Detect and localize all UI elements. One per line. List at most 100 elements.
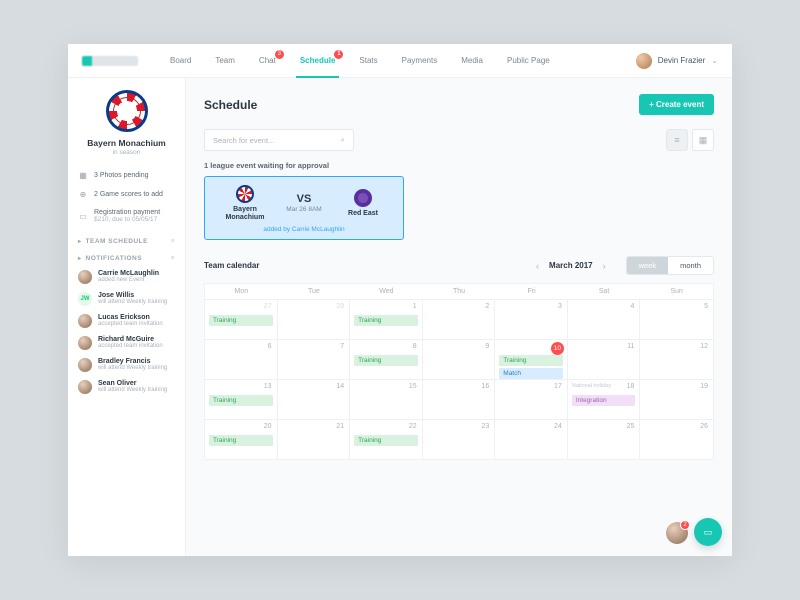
view-list-button[interactable]: ≡ bbox=[666, 129, 688, 151]
pending-match-card[interactable]: Bayern Monachium VS Mar 26 8AM Red East … bbox=[204, 176, 404, 240]
app-logo bbox=[82, 56, 138, 66]
nav-media[interactable]: Media bbox=[449, 44, 495, 78]
calendar-cell[interactable]: 15 bbox=[350, 379, 423, 419]
sidebar-section-header[interactable]: ▸NOTIFICATIONS≡ bbox=[78, 255, 175, 262]
notification-item[interactable]: Richard McGuire accepted team invitation bbox=[78, 332, 175, 354]
calendar-cell[interactable]: 25 bbox=[568, 419, 641, 459]
notification-item[interactable]: JW Jose Willis will attend Weekly traini… bbox=[78, 288, 175, 310]
calendar-cell[interactable]: 9 bbox=[423, 339, 496, 379]
next-month-button[interactable]: › bbox=[603, 261, 606, 271]
day-number: 28 bbox=[336, 303, 344, 310]
day-header: Mon bbox=[205, 284, 278, 299]
notif-avatar bbox=[78, 380, 92, 394]
view-month-toggle[interactable]: month bbox=[668, 257, 713, 274]
calendar-cell[interactable]: 5 bbox=[640, 299, 713, 339]
notification-item[interactable]: Lucas Erickson accepted team invitation bbox=[78, 310, 175, 332]
nav-public-page[interactable]: Public Page bbox=[495, 44, 562, 78]
notif-avatar: JW bbox=[78, 292, 92, 306]
nav-payments[interactable]: Payments bbox=[390, 44, 450, 78]
prev-month-button[interactable]: ‹ bbox=[536, 261, 539, 271]
calendar-cell[interactable]: 19 bbox=[640, 379, 713, 419]
day-number: 24 bbox=[554, 423, 562, 430]
view-grid-button[interactable]: ▦ bbox=[692, 129, 714, 151]
nav-schedule[interactable]: Schedule1 bbox=[288, 44, 348, 78]
day-number: 1 bbox=[413, 303, 417, 310]
team-a-name: Bayern Monachium bbox=[215, 206, 275, 221]
nav-chat[interactable]: Chat3 bbox=[247, 44, 288, 78]
calendar-cell[interactable]: 24 bbox=[495, 419, 568, 459]
day-header: Sat bbox=[568, 284, 641, 299]
calendar-cell[interactable]: 13 Training bbox=[205, 379, 278, 419]
calendar-cell[interactable]: 3 bbox=[495, 299, 568, 339]
calendar-cell[interactable]: 27Training bbox=[205, 299, 278, 339]
stat-icon: ▦ bbox=[78, 171, 88, 180]
search-input[interactable]: Search for event... ⌕ bbox=[204, 129, 354, 151]
calendar-event[interactable]: Match bbox=[499, 368, 563, 379]
day-header: Sun bbox=[640, 284, 713, 299]
search-placeholder: Search for event... bbox=[213, 136, 274, 145]
day-number: 19 bbox=[700, 383, 708, 390]
sidebar-stat[interactable]: ▭ Registration payment$210, due to 05/05… bbox=[78, 204, 175, 228]
calendar-cell[interactable]: 1 Training bbox=[350, 299, 423, 339]
notification-item[interactable]: Sean Oliver will attend Weekly training bbox=[78, 376, 175, 398]
calendar-event[interactable]: Integration bbox=[572, 395, 636, 406]
stat-icon: ▭ bbox=[78, 212, 88, 221]
calendar-cell[interactable]: 21 bbox=[278, 419, 351, 459]
calendar-event[interactable]: Training bbox=[209, 435, 273, 446]
calendar-cell[interactable]: 12 bbox=[640, 339, 713, 379]
view-week-toggle[interactable]: week bbox=[627, 257, 669, 274]
calendar-cell[interactable]: 2 bbox=[423, 299, 496, 339]
calendar-cell[interactable]: 6 bbox=[205, 339, 278, 379]
notification-item[interactable]: Bradley Francis will attend Weekly train… bbox=[78, 354, 175, 376]
calendar-cell[interactable]: 11 bbox=[568, 339, 641, 379]
calendar-cell[interactable]: 14 bbox=[278, 379, 351, 419]
calendar-cell[interactable]: 7 bbox=[278, 339, 351, 379]
team-b-logo bbox=[354, 189, 372, 207]
day-number: 25 bbox=[627, 423, 635, 430]
calendar-cell[interactable]: National holiday18Integration bbox=[568, 379, 641, 419]
create-event-button[interactable]: + Create event bbox=[639, 94, 714, 115]
match-date: Mar 26 8AM bbox=[286, 206, 321, 213]
nav-team[interactable]: Team bbox=[203, 44, 247, 78]
calendar-cell[interactable]: 17 bbox=[495, 379, 568, 419]
day-header: Fri bbox=[495, 284, 568, 299]
chevron-down-icon[interactable]: ⌄ bbox=[711, 56, 718, 65]
team-b-name: Red East bbox=[333, 210, 393, 218]
calendar-cell[interactable]: 4 bbox=[568, 299, 641, 339]
day-number: 14 bbox=[336, 383, 344, 390]
club-logo bbox=[106, 90, 148, 132]
calendar-event[interactable]: Training bbox=[354, 435, 418, 446]
user-avatar[interactable] bbox=[636, 53, 652, 69]
nav-board[interactable]: Board bbox=[158, 44, 203, 78]
calendar-event[interactable]: Training bbox=[354, 315, 418, 326]
sidebar-section-header[interactable]: ▸TEAM SCHEDULE≡ bbox=[78, 238, 175, 245]
calendar-cell[interactable]: 10TrainingMatch bbox=[495, 339, 568, 379]
day-number: 20 bbox=[264, 423, 272, 430]
pending-label: 1 league event waiting for approval bbox=[204, 161, 714, 170]
calendar-event[interactable]: Training bbox=[209, 395, 273, 406]
day-number: 26 bbox=[700, 423, 708, 430]
sidebar-stat[interactable]: ▦ 3 Photos pending bbox=[78, 166, 175, 185]
calendar-cell[interactable]: 20 Training bbox=[205, 419, 278, 459]
day-number: 22 bbox=[409, 423, 417, 430]
help-fab[interactable]: ▭ bbox=[694, 518, 722, 546]
day-number: 21 bbox=[336, 423, 344, 430]
nav-stats[interactable]: Stats bbox=[347, 44, 389, 78]
calendar-cell[interactable]: 8Training bbox=[350, 339, 423, 379]
calendar-cell[interactable]: 22 Training bbox=[350, 419, 423, 459]
notification-item[interactable]: Carrie McLaughlin added new Event bbox=[78, 266, 175, 288]
calendar-event[interactable]: Training bbox=[499, 355, 563, 366]
day-number: 13 bbox=[264, 383, 272, 390]
calendar-event[interactable]: Training bbox=[354, 355, 418, 366]
club-status: in season bbox=[78, 149, 175, 156]
chat-avatar[interactable]: 2 bbox=[666, 522, 688, 544]
sidebar-stat[interactable]: ⊕ 2 Game scores to add bbox=[78, 185, 175, 204]
current-month: March 2017 bbox=[549, 261, 593, 270]
calendar-event[interactable]: Training bbox=[209, 315, 273, 326]
day-number: 7 bbox=[340, 343, 344, 350]
calendar-cell[interactable]: 23 bbox=[423, 419, 496, 459]
day-number: 4 bbox=[631, 303, 635, 310]
calendar-cell[interactable]: 26 bbox=[640, 419, 713, 459]
calendar-cell[interactable]: 16 bbox=[423, 379, 496, 419]
calendar-cell[interactable]: 28 bbox=[278, 299, 351, 339]
